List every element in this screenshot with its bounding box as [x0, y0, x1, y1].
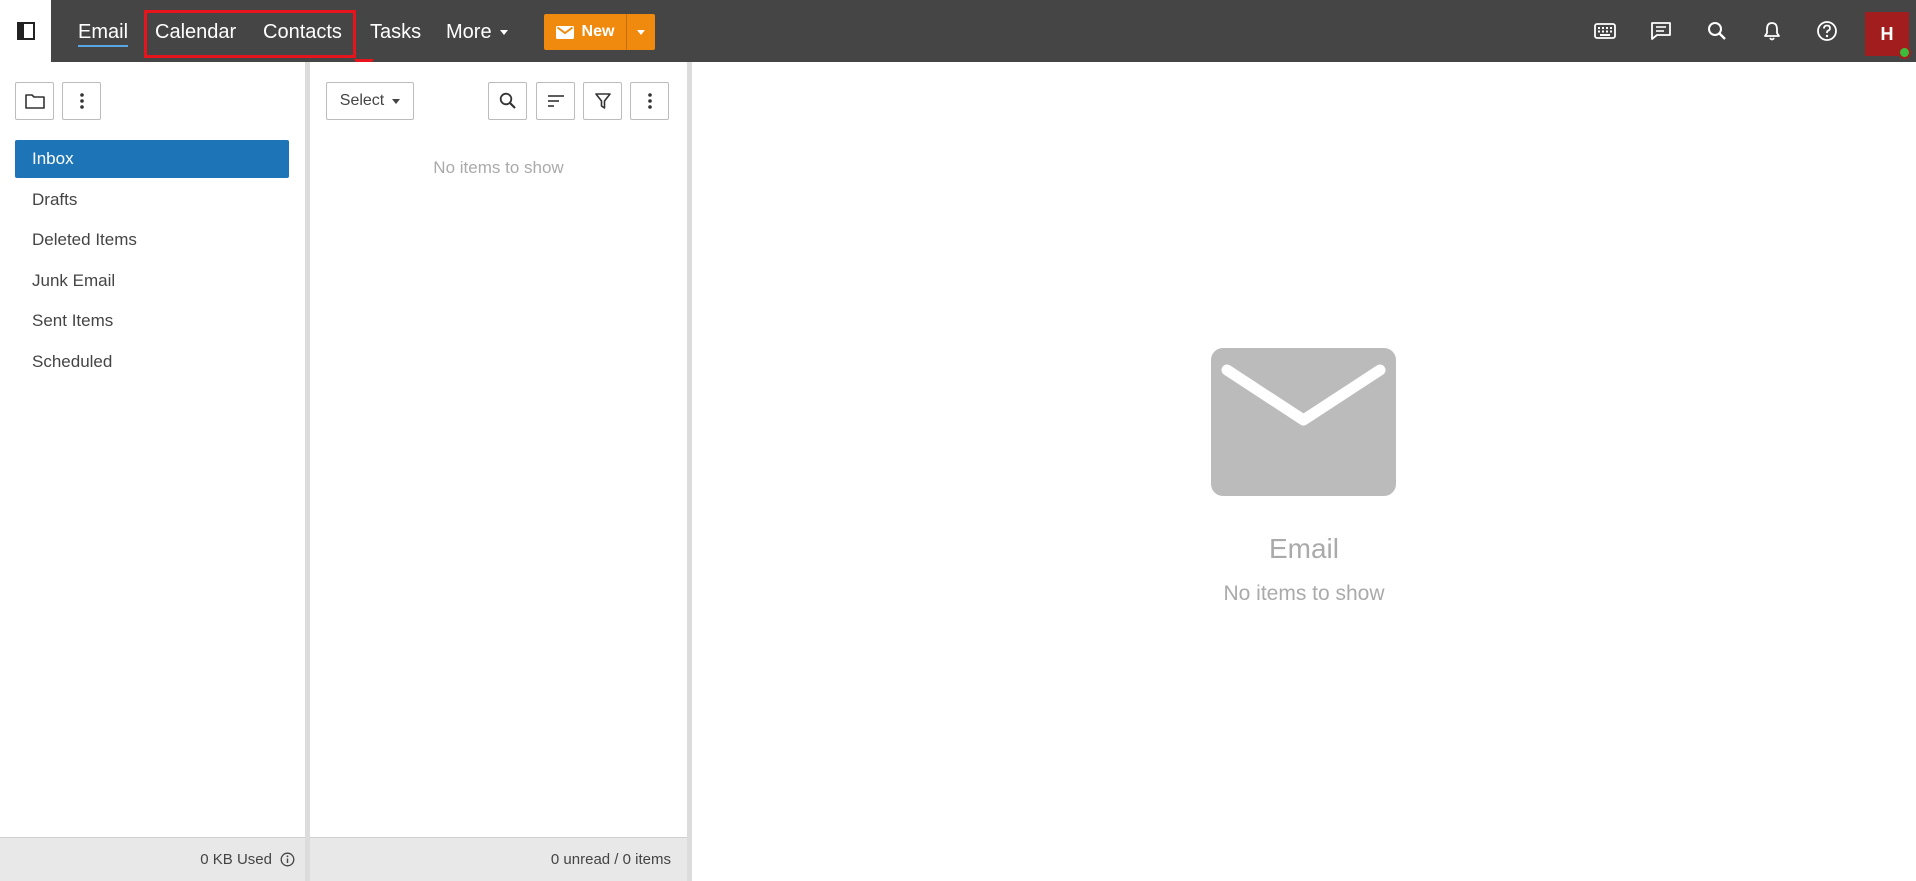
list-footer: 0 unread / 0 items	[310, 837, 687, 881]
nav-email-label: Email	[78, 21, 129, 47]
new-button[interactable]: New	[544, 14, 626, 50]
search-icon	[499, 92, 516, 109]
select-label: Select	[339, 92, 385, 109]
caret-down-icon	[392, 98, 401, 104]
chat-button[interactable]	[1646, 16, 1676, 46]
search-icon	[1708, 22, 1726, 40]
nav-email[interactable]: Email	[78, 0, 129, 62]
folder-drafts[interactable]: Drafts	[15, 181, 289, 219]
filter-button[interactable]	[583, 82, 622, 120]
folder-junk-email[interactable]: Junk Email	[15, 262, 289, 300]
keyboard-shortcuts-button[interactable]	[1590, 16, 1620, 46]
sort-button[interactable]	[536, 82, 575, 120]
new-dropdown-button[interactable]	[626, 14, 655, 50]
new-button-group: New	[544, 14, 655, 50]
folder-icon	[24, 94, 45, 109]
sidebar-toggle-button[interactable]	[0, 0, 51, 62]
unread-count-text: 0 unread / 0 items	[550, 851, 671, 868]
nav-more-label: More	[446, 21, 492, 43]
nav-tasks[interactable]: Tasks	[370, 0, 421, 62]
bell-icon	[1764, 22, 1780, 41]
search-button[interactable]	[1702, 16, 1732, 46]
chat-icon	[1651, 22, 1671, 40]
select-dropdown[interactable]: Select	[326, 82, 414, 120]
help-icon	[1817, 21, 1837, 41]
folder-sent-items[interactable]: Sent Items	[15, 302, 289, 340]
empty-state-title: Email	[1268, 533, 1339, 564]
reading-pane: Email No items to show	[692, 62, 1916, 881]
caret-down-icon	[499, 30, 508, 36]
storage-used-text: 0 KB Used	[200, 851, 272, 868]
info-icon[interactable]	[280, 852, 295, 867]
folder-pane: Inbox Drafts Deleted Items Junk Email Se…	[0, 62, 305, 881]
folder-button[interactable]	[15, 82, 54, 120]
empty-list-message: No items to show	[433, 158, 564, 177]
folder-options-button[interactable]	[62, 82, 101, 120]
presence-indicator	[1898, 46, 1911, 59]
keyboard-icon	[1594, 23, 1616, 39]
annotation-highlight-box	[144, 10, 356, 58]
message-list-pane: Select No items to show 0 unread / 0 ite…	[310, 62, 687, 881]
folder-scheduled[interactable]: Scheduled	[15, 343, 289, 381]
filter-icon	[594, 92, 611, 109]
more-vertical-icon	[647, 93, 652, 109]
folder-deleted-items[interactable]: Deleted Items	[15, 221, 289, 259]
nav-more[interactable]: More	[446, 0, 508, 62]
folder-inbox[interactable]: Inbox	[15, 140, 289, 178]
caret-down-icon	[637, 29, 645, 35]
envelope-icon	[1211, 348, 1396, 496]
notifications-button[interactable]	[1757, 16, 1787, 46]
mail-icon	[555, 25, 574, 39]
new-button-label: New	[581, 23, 615, 40]
help-button[interactable]	[1812, 16, 1842, 46]
storage-footer: 0 KB Used	[0, 837, 305, 881]
sidebar-toggle-icon	[16, 22, 35, 40]
list-options-button[interactable]	[630, 82, 669, 120]
sort-icon	[547, 95, 564, 107]
empty-state-subtitle: No items to show	[1223, 582, 1385, 605]
more-vertical-icon	[79, 93, 84, 109]
search-list-button[interactable]	[488, 82, 527, 120]
